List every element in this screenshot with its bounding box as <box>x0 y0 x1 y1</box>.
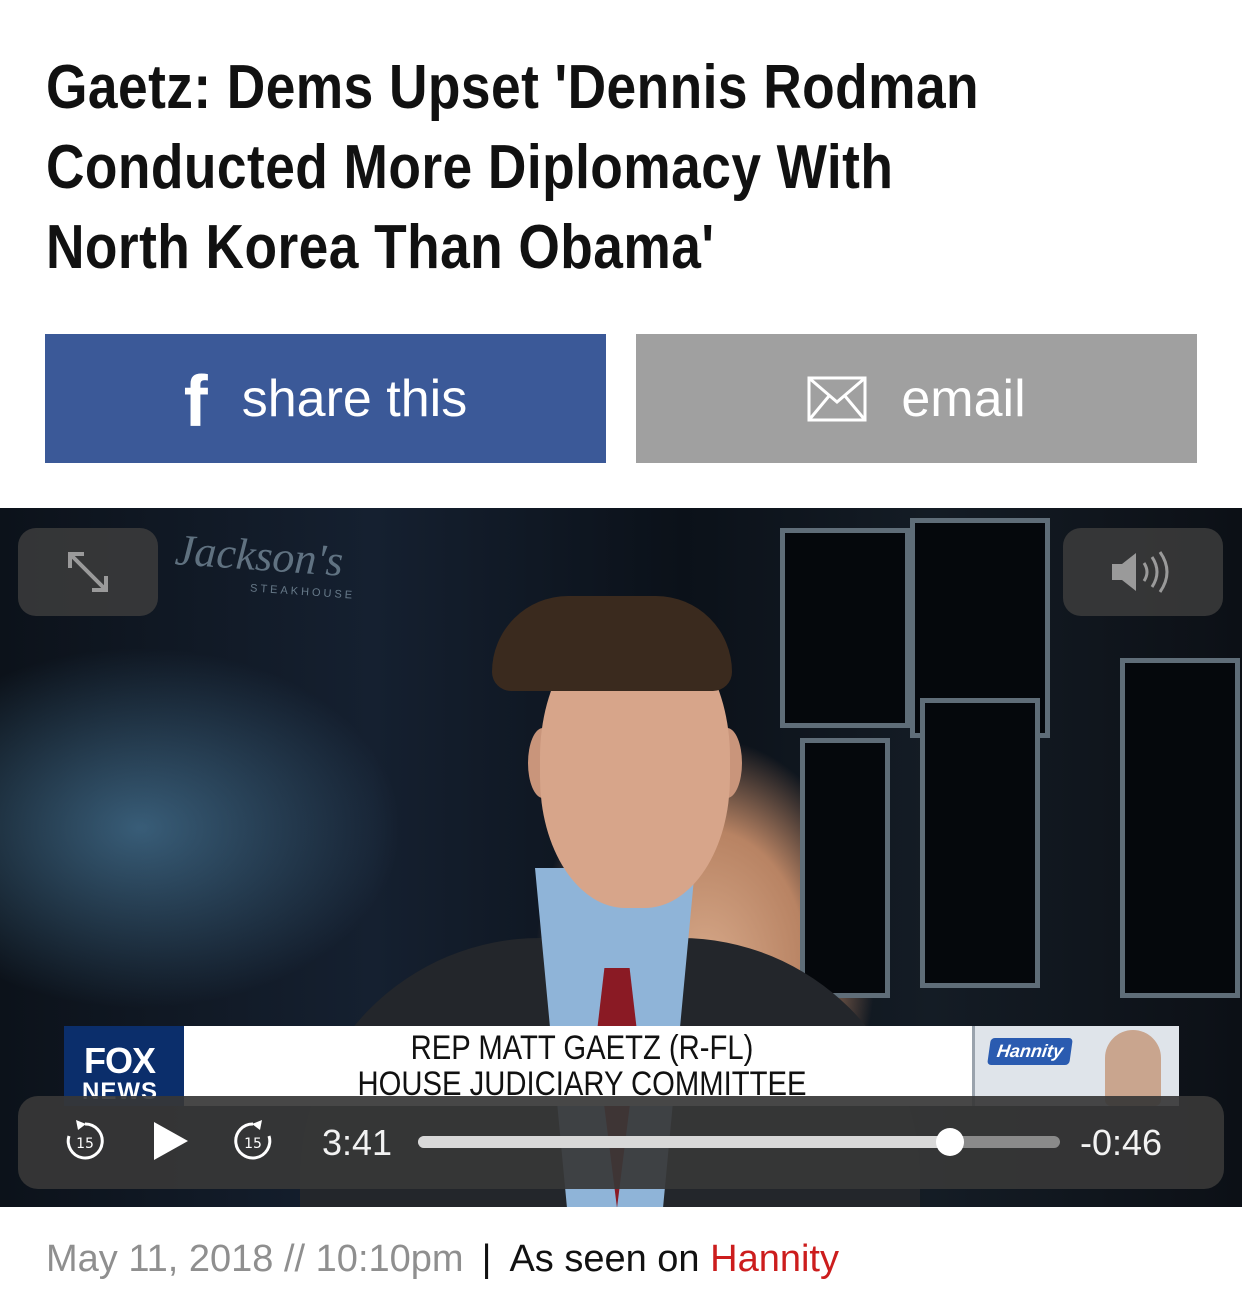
show-link[interactable]: Hannity <box>710 1238 839 1280</box>
background-window <box>920 698 1040 988</box>
facebook-f-icon: f <box>183 361 208 442</box>
headline-line: North Korea Than Obama' <box>46 213 715 282</box>
forward-15-button[interactable]: 15 <box>230 1118 276 1164</box>
article-headline: Gaetz: Dems Upset 'Dennis Rodman Conduct… <box>46 48 1044 288</box>
background-window <box>1120 658 1240 998</box>
background-window <box>780 528 910 728</box>
remaining-time: -0:46 <box>1080 1122 1163 1163</box>
play-button[interactable] <box>148 1118 194 1164</box>
article-meta: May 11, 2018 // 10:10pm | As seen on Hanni… <box>46 1238 839 1281</box>
network-name: FOX <box>84 1040 156 1081</box>
fullscreen-button[interactable] <box>18 528 158 616</box>
rewind-icon: 15 <box>66 1120 104 1160</box>
publish-date: May 11, 2018 // 10:10pm <box>46 1238 464 1280</box>
fox-news-logo: FOX NEWS <box>64 1026 184 1106</box>
envelope-icon <box>807 376 867 421</box>
elapsed-time: 3:41 <box>322 1122 393 1163</box>
expand-icon <box>68 552 108 592</box>
facebook-share-label: share this <box>241 369 468 428</box>
rewind-label: 15 <box>76 1136 94 1152</box>
play-icon <box>154 1122 188 1160</box>
volume-button[interactable] <box>1063 528 1223 616</box>
meta-separator: | <box>481 1238 492 1280</box>
chyron-name: REP MATT GAETZ (R-FL) <box>410 1029 754 1067</box>
show-logo: Hannity <box>987 1038 1073 1065</box>
person-hair <box>492 596 732 691</box>
video-controls: 15 15 3:41 -0:46 <box>18 1096 1224 1189</box>
rewind-15-button[interactable]: 15 <box>62 1118 108 1164</box>
background-sign: Jackson's <box>173 525 345 586</box>
facebook-share-button[interactable]: f share this <box>45 334 606 463</box>
background-window <box>800 738 890 998</box>
video-player[interactable]: Jackson's STEAKHOUSE FOX NEWS REP MATT G… <box>0 508 1242 1207</box>
speaker-icon <box>1112 551 1169 593</box>
headline-line: Gaetz: Dems Upset 'Dennis Rodman <box>46 53 980 122</box>
email-share-button[interactable]: email <box>636 334 1197 463</box>
email-share-label: email <box>901 369 1026 428</box>
seek-thumb[interactable] <box>935 1128 964 1156</box>
seen-on-label: As seen on <box>509 1238 700 1280</box>
seek-bar[interactable] <box>418 1136 1060 1148</box>
seek-progress <box>418 1136 950 1148</box>
forward-icon: 15 <box>234 1120 272 1160</box>
headline-line: Conducted More Diplomacy With <box>46 133 894 202</box>
news-chyron: FOX NEWS REP MATT GAETZ (R-FL) HOUSE JUD… <box>64 1026 1179 1106</box>
show-bug: Hannity <box>972 1026 1179 1106</box>
forward-label: 15 <box>244 1136 262 1152</box>
host-avatar <box>1105 1030 1161 1106</box>
